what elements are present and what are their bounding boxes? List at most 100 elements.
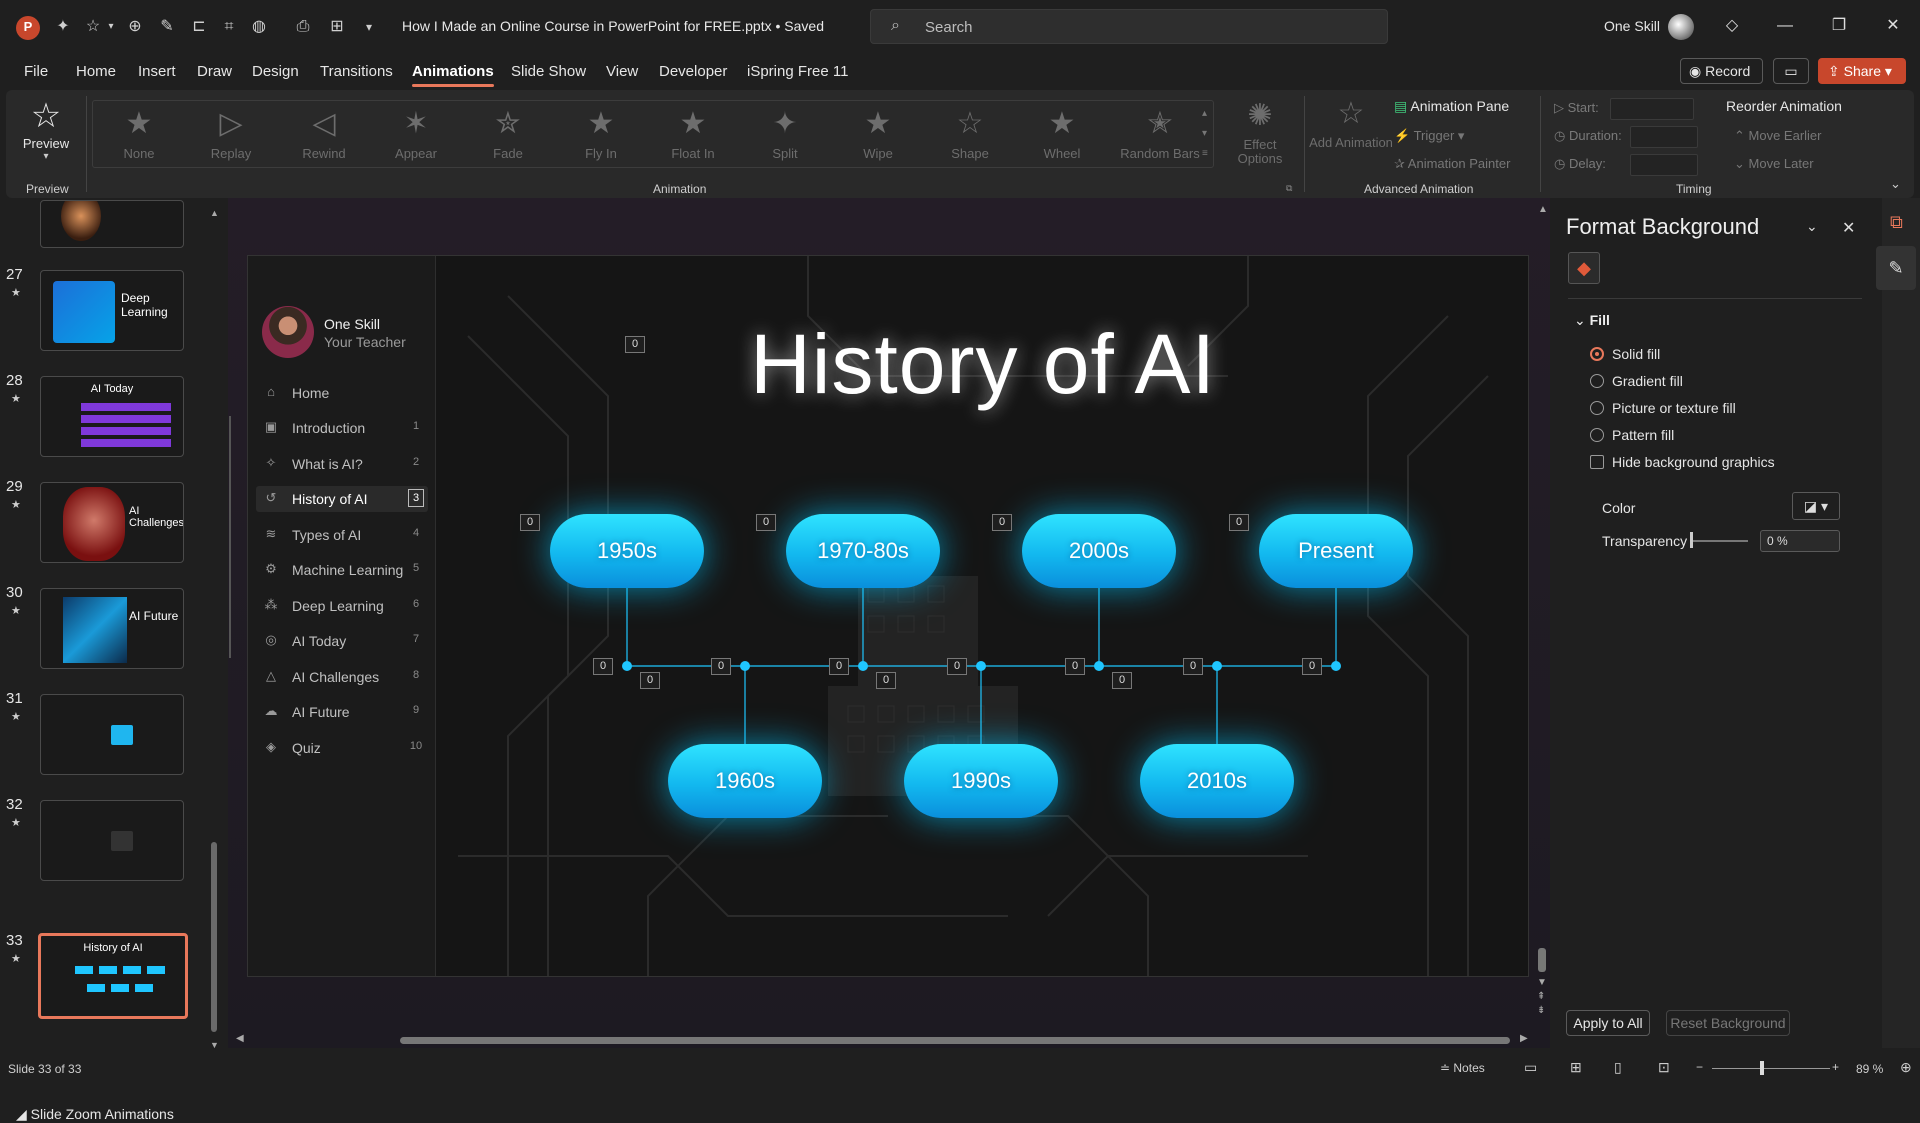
nav-ai-today[interactable]: ◎ AI Today 7 xyxy=(256,628,428,654)
nav-introduction[interactable]: ▣ Introduction 1 xyxy=(256,415,428,441)
move-later-button[interactable]: ⌄ Move Later xyxy=(1734,156,1814,172)
chevron-down-icon[interactable]: ⌄ xyxy=(1806,218,1818,235)
align-icon[interactable]: ⊏ xyxy=(188,16,210,38)
animation-tag[interactable]: 0 xyxy=(640,672,660,689)
designer-icon[interactable]: ⧉ xyxy=(1890,212,1903,233)
era-2000s[interactable]: 2000s xyxy=(1022,514,1176,588)
anim-wheel[interactable]: ★ Wheel xyxy=(1027,106,1097,176)
canvas-scroll-down-icon[interactable]: ▼ ⇞ ⇟ xyxy=(1537,976,1547,1018)
animation-tag[interactable]: 0 xyxy=(947,658,967,675)
thumbnail-scrollbar[interactable]: ▲ ▼ xyxy=(210,208,219,1050)
animation-tag[interactable]: 0 xyxy=(520,514,540,531)
shape-icon[interactable]: ◍ xyxy=(248,16,270,38)
anim-appear[interactable]: ✶ Appear xyxy=(381,106,451,176)
diamond-icon[interactable]: ◇ xyxy=(1720,14,1744,38)
animation-painter-button[interactable]: ✰ Animation Painter xyxy=(1394,156,1510,172)
animation-tag[interactable]: 0 xyxy=(756,514,776,531)
target-icon[interactable]: ⊕ xyxy=(124,16,146,38)
menu-view[interactable]: View xyxy=(606,63,638,80)
effect-options-button[interactable]: ✺ Effect Options xyxy=(1220,98,1300,168)
animation-tag[interactable]: 0 xyxy=(1183,658,1203,675)
move-earlier-button[interactable]: ⌃ Move Earlier xyxy=(1734,128,1821,144)
anim-fade[interactable]: ✮ Fade xyxy=(473,106,543,176)
menu-insert[interactable]: Insert xyxy=(138,63,176,80)
canvas-scroll-right-icon[interactable]: ▶ xyxy=(1520,1033,1528,1044)
nav-ai-challenges[interactable]: △ AI Challenges 8 xyxy=(256,664,428,690)
share-button[interactable]: ⇪ Share ▾ xyxy=(1818,58,1906,84)
menu-design[interactable]: Design xyxy=(252,63,299,80)
dialog-launcher-icon[interactable]: ⧉ xyxy=(1286,183,1292,194)
sparkle-icon[interactable]: ✦ xyxy=(52,16,74,38)
zoom-in-icon[interactable]: + xyxy=(1832,1060,1839,1074)
slide-thumbnail-26[interactable] xyxy=(40,200,184,248)
user-avatar[interactable] xyxy=(1668,14,1694,40)
draw-icon[interactable]: ✎ xyxy=(156,16,178,38)
color-picker-button[interactable]: ◪ ▾ xyxy=(1792,492,1840,520)
gradient-fill-label[interactable]: Gradient fill xyxy=(1612,373,1683,389)
hide-background-checkbox[interactable] xyxy=(1590,455,1604,469)
preview-button[interactable]: ☆ Preview ▾ xyxy=(16,96,76,176)
anim-split[interactable]: ✦ Split xyxy=(750,106,820,176)
crop-icon[interactable]: ⌗ xyxy=(218,16,240,38)
animation-tag[interactable]: 0 xyxy=(625,336,645,353)
print-icon[interactable]: ⎙ xyxy=(292,16,314,38)
pattern-fill-label[interactable]: Pattern fill xyxy=(1612,427,1674,443)
animation-pane-button[interactable]: ▤ Animation Pane xyxy=(1394,98,1509,115)
maximize-icon[interactable]: ❐ xyxy=(1827,14,1851,38)
era-1950s[interactable]: 1950s xyxy=(550,514,704,588)
apply-to-all-button[interactable]: Apply to All xyxy=(1566,1010,1650,1036)
anim-none[interactable]: ★ None xyxy=(104,106,174,176)
slide-thumbnail-27[interactable]: Deep Learning xyxy=(40,270,184,351)
fit-to-window-icon[interactable]: ⊕ xyxy=(1900,1059,1912,1076)
era-1960s[interactable]: 1960s xyxy=(668,744,822,818)
record-button[interactable]: ◉ Record xyxy=(1680,58,1763,84)
solid-fill-label[interactable]: Solid fill xyxy=(1612,346,1660,362)
slide-thumbnail-32[interactable] xyxy=(40,800,184,881)
animation-tag[interactable]: 0 xyxy=(1302,658,1322,675)
canvas-scroll-left-icon[interactable]: ◀ xyxy=(236,1033,244,1044)
customize-toolbar-icon[interactable]: ▾ xyxy=(358,16,380,38)
slideshow-icon[interactable]: ⊡ xyxy=(1658,1059,1670,1076)
gallery-scroll[interactable]: ▴ ▾ ≡ xyxy=(1202,104,1208,164)
menu-developer[interactable]: Developer xyxy=(659,63,727,80)
normal-view-icon[interactable]: ▭ xyxy=(1524,1059,1537,1076)
slide-sorter-icon[interactable]: ⊞ xyxy=(1570,1059,1582,1076)
canvas-horizontal-thumb[interactable] xyxy=(400,1037,1510,1044)
menu-animations[interactable]: Animations xyxy=(412,63,494,87)
hide-background-label[interactable]: Hide background graphics xyxy=(1612,454,1775,470)
layout-icon[interactable]: ⊞ xyxy=(326,16,348,38)
nav-quiz[interactable]: ◈ Quiz 10 xyxy=(256,735,428,761)
anim-rewind[interactable]: ◁ Rewind xyxy=(289,106,359,176)
menu-file[interactable]: File xyxy=(24,63,48,80)
fill-tab-icon[interactable]: ◆ xyxy=(1568,252,1600,284)
animation-tag[interactable]: 0 xyxy=(829,658,849,675)
nav-history-of-ai[interactable]: ↺ History of AI 3 xyxy=(256,486,428,512)
canvas-scroll-up-icon[interactable]: ▲ xyxy=(1538,204,1548,215)
zoom-level[interactable]: 89 % xyxy=(1856,1062,1883,1076)
duration-input[interactable] xyxy=(1630,126,1698,148)
picture-fill-label[interactable]: Picture or texture fill xyxy=(1612,400,1736,416)
nav-what-is-ai[interactable]: ✧ What is AI? 2 xyxy=(256,451,428,477)
gradient-fill-radio[interactable] xyxy=(1590,374,1604,388)
search-box[interactable]: ⌕ Search xyxy=(870,9,1388,44)
menu-home[interactable]: Home xyxy=(76,63,116,80)
slide-thumbnail-31[interactable] xyxy=(40,694,184,775)
animation-tag[interactable]: 0 xyxy=(1065,658,1085,675)
slide-title[interactable]: History of AI xyxy=(436,316,1528,413)
era-1970-80s[interactable]: 1970-80s xyxy=(786,514,940,588)
animation-tag[interactable]: 0 xyxy=(593,658,613,675)
transparency-slider[interactable] xyxy=(1690,540,1748,542)
scroll-up-icon[interactable]: ▲ xyxy=(210,208,219,218)
format-pane-icon[interactable]: ✎ xyxy=(1876,246,1916,290)
pattern-fill-radio[interactable] xyxy=(1590,428,1604,442)
menu-slide-show[interactable]: Slide Show xyxy=(511,63,586,80)
animation-tag[interactable]: 0 xyxy=(992,514,1012,531)
add-animation-button[interactable]: ☆ Add Animation xyxy=(1306,96,1396,166)
transparency-input[interactable]: 0 % xyxy=(1760,530,1840,552)
era-present[interactable]: Present xyxy=(1259,514,1413,588)
slide-thumbnail-30[interactable]: AI Future xyxy=(40,588,184,669)
nav-home[interactable]: ⌂ Home xyxy=(256,380,428,406)
anim-fly-in[interactable]: ★ Fly In xyxy=(566,106,636,176)
anim-replay[interactable]: ▷ Replay xyxy=(196,106,266,176)
era-2010s[interactable]: 2010s xyxy=(1140,744,1294,818)
